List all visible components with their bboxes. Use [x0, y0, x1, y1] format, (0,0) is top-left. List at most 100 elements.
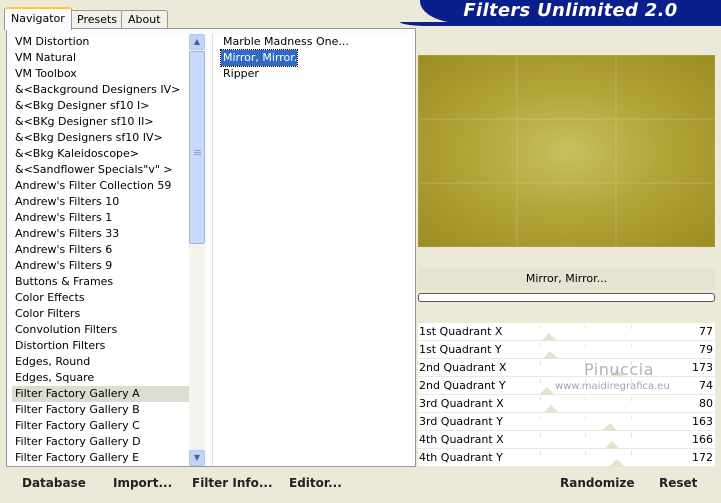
parameter-sliders: 1st Quadrant X 77 1st Quadrant Y 79 2nd Quad…	[418, 323, 715, 467]
tab-navigator[interactable]: Navigator	[4, 7, 72, 30]
category-item[interactable]: VM Toolbox	[12, 66, 190, 82]
slider-knob[interactable]	[604, 441, 620, 449]
category-item[interactable]: Filter Factory Gallery C	[12, 418, 190, 434]
category-item[interactable]: Convolution Filters	[12, 322, 190, 338]
slider-tick	[540, 397, 541, 401]
preview-tile	[517, 183, 616, 247]
preview-tile	[616, 55, 715, 119]
category-item[interactable]: &<Bkg Kaleidoscope>	[12, 146, 190, 162]
slider-tick	[540, 433, 541, 437]
category-item[interactable]: Andrew's Filters 10	[12, 194, 190, 210]
tab-about[interactable]: About	[121, 10, 168, 29]
category-item[interactable]: &<Bkg Designers sf10 IV>	[12, 130, 190, 146]
database-button[interactable]: Database	[22, 476, 86, 490]
category-item[interactable]: Andrew's Filter Collection 59	[12, 178, 190, 194]
param-label: 3rd Quadrant X	[419, 397, 504, 410]
slider-knob[interactable]	[609, 459, 625, 467]
slider-tick	[585, 343, 586, 347]
slider-tick	[540, 451, 541, 455]
preview-tile	[517, 119, 616, 183]
category-item[interactable]: Andrew's Filters 33	[12, 226, 190, 242]
slider-tick	[631, 325, 632, 329]
category-item[interactable]: VM Natural	[12, 50, 190, 66]
param-label: 2nd Quadrant Y	[419, 379, 506, 392]
category-item[interactable]: Andrew's Filters 6	[12, 242, 190, 258]
slider-knob[interactable]	[602, 423, 618, 431]
slider-tick	[540, 343, 541, 347]
param-label: 1st Quadrant Y	[419, 343, 502, 356]
category-list[interactable]: VM Distortion VM Natural VM Toolbox &<Backg…	[12, 34, 190, 466]
param-row: 1st Quadrant Y 79	[418, 341, 715, 359]
import-button[interactable]: Import...	[113, 476, 172, 490]
current-filter-name: Mirror, Mirror...	[418, 268, 715, 290]
app-banner: Filters Unlimited 2.0	[420, 0, 721, 23]
slider-tick	[631, 433, 632, 437]
category-item[interactable]: &<Bkg Designer sf10 I>	[12, 98, 190, 114]
filter-item[interactable]: Marble Madness One...	[213, 34, 412, 50]
slider-tick	[585, 397, 586, 401]
category-item[interactable]: &<Sandflower Specials"v" >	[12, 162, 190, 178]
filter-item[interactable]: Ripper	[213, 66, 412, 82]
param-label: 1st Quadrant X	[419, 325, 503, 338]
param-row: 3rd Quadrant Y 163	[418, 413, 715, 431]
param-slider[interactable]	[494, 341, 676, 359]
param-slider[interactable]	[494, 449, 676, 467]
category-item[interactable]: VM Distortion	[12, 34, 190, 50]
preview-tile	[418, 183, 517, 247]
slider-tick	[631, 397, 632, 401]
watermark-name: Pinuccia	[584, 360, 654, 379]
param-label: 3rd Quadrant Y	[419, 415, 503, 428]
slider-tick	[540, 361, 541, 365]
slider-tick	[631, 451, 632, 455]
category-item[interactable]: Edges, Square	[12, 370, 190, 386]
category-item[interactable]: Edges, Round	[12, 354, 190, 370]
param-row: 3rd Quadrant X 80	[418, 395, 715, 413]
category-item[interactable]: Filter Factory Gallery B	[12, 402, 190, 418]
reset-button[interactable]: Reset	[659, 476, 697, 490]
scroll-thumb[interactable]	[189, 51, 205, 244]
editor-button[interactable]: Editor...	[289, 476, 342, 490]
slider-knob[interactable]	[541, 333, 557, 341]
slider-knob[interactable]	[542, 351, 558, 359]
category-item[interactable]: Color Filters	[12, 306, 190, 322]
preview-tile	[418, 55, 517, 119]
slider-tick	[631, 343, 632, 347]
randomize-button[interactable]: Randomize	[560, 476, 634, 490]
preview-tile	[418, 119, 517, 183]
param-row: 4th Quadrant Y 172	[418, 449, 715, 467]
param-value: 77	[699, 325, 713, 338]
slider-knob[interactable]	[539, 387, 555, 395]
category-scrollbar[interactable]: ▲ ▼	[189, 34, 205, 466]
filter-list[interactable]: Marble Madness One... Mirror, Mirror... Ri…	[212, 34, 412, 466]
scroll-up-button[interactable]: ▲	[189, 34, 205, 50]
category-item[interactable]: &<BKg Designer sf10 II>	[12, 114, 190, 130]
param-label: 4th Quadrant Y	[419, 451, 503, 464]
category-item[interactable]: Filter Factory Gallery D	[12, 434, 190, 450]
watermark-url: www.maidiregrafica.eu	[555, 381, 670, 392]
thumb-grip	[194, 150, 201, 151]
category-item[interactable]: Distortion Filters	[12, 338, 190, 354]
param-slider[interactable]	[494, 431, 676, 449]
category-item[interactable]: Andrew's Filters 9	[12, 258, 190, 274]
filter-info-button[interactable]: Filter Info...	[192, 476, 273, 490]
filter-item[interactable]: Mirror, Mirror...	[220, 49, 304, 67]
param-slider[interactable]	[494, 323, 676, 341]
slider-tick	[585, 433, 586, 437]
param-value: 172	[692, 451, 713, 464]
slider-knob[interactable]	[543, 405, 559, 413]
param-slider[interactable]	[494, 395, 676, 413]
thumb-grip	[194, 152, 201, 153]
tab-presets[interactable]: Presets	[70, 10, 125, 29]
slider-tick	[540, 325, 541, 329]
category-item[interactable]: &<Background Designers IV>	[12, 82, 190, 98]
category-item[interactable]: Buttons & Frames	[12, 274, 190, 290]
param-value: 74	[699, 379, 713, 392]
scroll-down-button[interactable]: ▼	[189, 450, 205, 466]
param-value: 173	[692, 361, 713, 374]
param-slider[interactable]	[494, 413, 676, 431]
category-item[interactable]: Filter Factory Gallery E	[12, 450, 190, 466]
category-item[interactable]: Color Effects	[12, 290, 190, 306]
category-item[interactable]: Andrew's Filters 1	[12, 210, 190, 226]
category-item[interactable]: Filter Factory Gallery A	[12, 386, 190, 402]
thumb-grip	[194, 154, 201, 155]
